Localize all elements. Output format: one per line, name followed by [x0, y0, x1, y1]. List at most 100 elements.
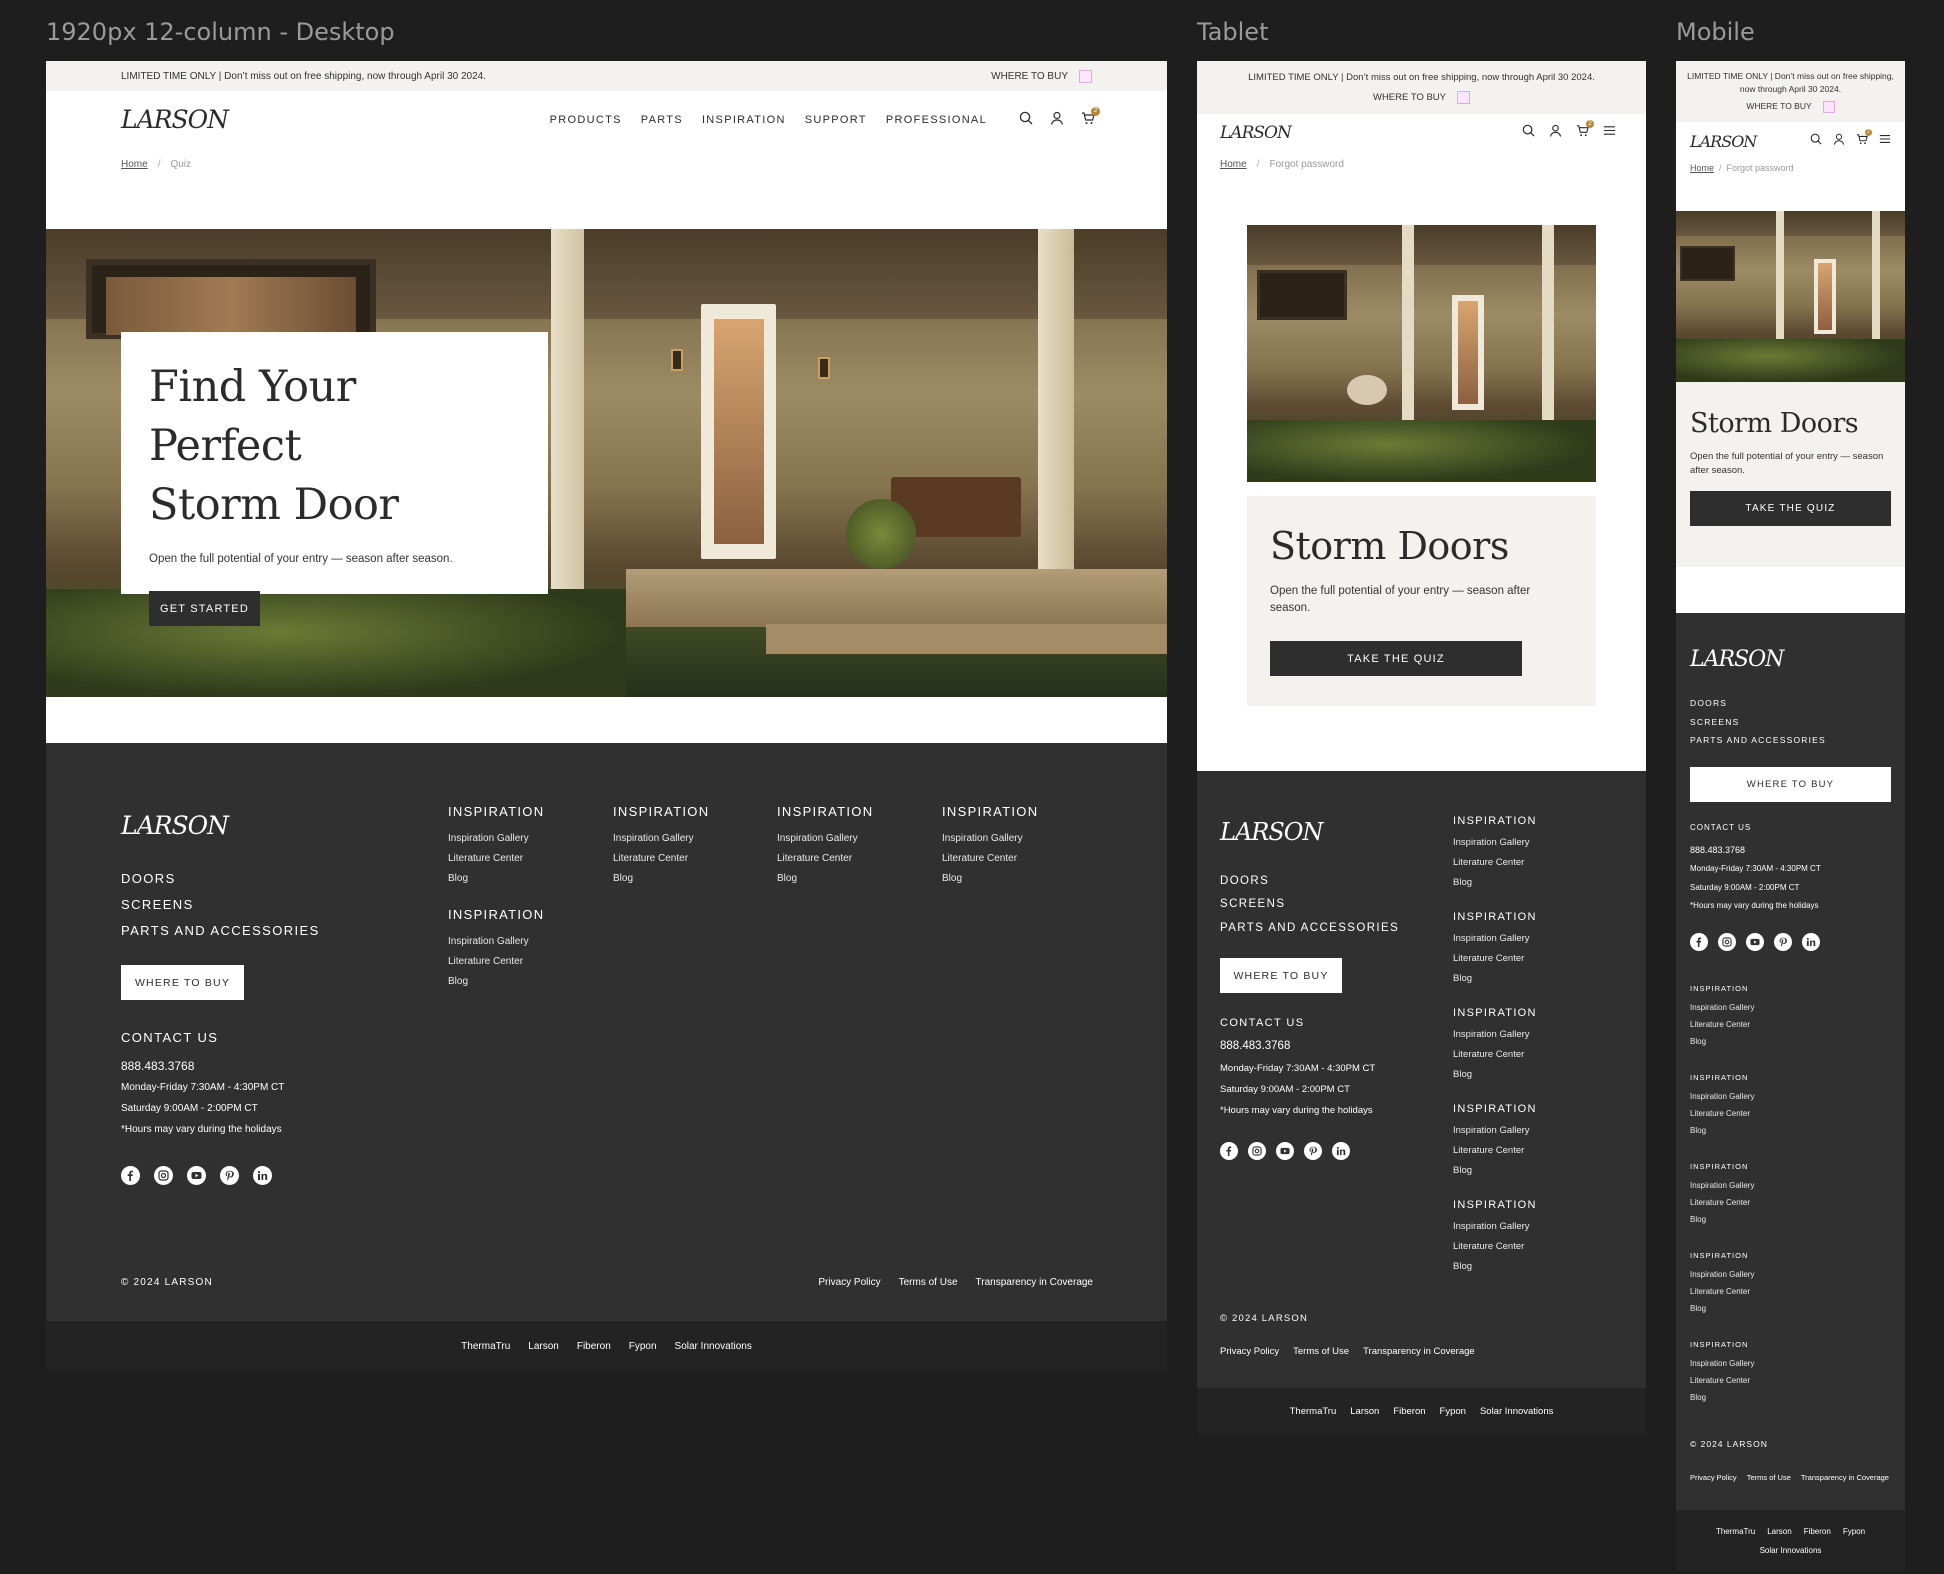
footer-link-inspiration-gallery[interactable]: Inspiration Gallery	[777, 833, 873, 844]
menu-icon[interactable]	[1879, 133, 1891, 145]
footer-where-to-buy-button[interactable]: WHERE TO BUY	[121, 965, 244, 1000]
breadcrumb-home[interactable]: Home	[121, 159, 148, 170]
footer-link-screens[interactable]: SCREENS	[1220, 898, 1285, 910]
youtube-icon[interactable]	[187, 1166, 206, 1185]
contact-phone[interactable]: 888.483.3768	[121, 1059, 194, 1073]
promo-where-to-buy[interactable]: WHERE TO BUY	[1373, 90, 1471, 104]
footer-link-parts[interactable]: PARTS AND ACCESSORIES	[1220, 922, 1399, 934]
footer-link-literature-center[interactable]: Literature Center	[1690, 1020, 1754, 1029]
instagram-icon[interactable]	[1718, 933, 1736, 951]
get-started-button[interactable]: GET STARTED	[149, 591, 260, 626]
logo[interactable]: LARSON	[1690, 132, 1757, 151]
facebook-icon[interactable]	[1690, 933, 1708, 951]
brand-link-fiberon[interactable]: Fiberon	[577, 1341, 611, 1352]
linkedin-icon[interactable]	[1332, 1142, 1350, 1160]
brand-link-solar-innovations[interactable]: Solar Innovations	[675, 1341, 752, 1352]
nav-professional[interactable]: PROFESSIONAL	[886, 114, 987, 126]
pinterest-icon[interactable]	[220, 1166, 239, 1185]
take-the-quiz-button[interactable]: TAKE THE QUIZ	[1690, 491, 1891, 526]
footer-link-literature-center[interactable]: Literature Center	[448, 956, 544, 967]
footer-link-blog[interactable]: Blog	[1453, 1165, 1537, 1176]
footer-link-literature-center[interactable]: Literature Center	[1453, 953, 1537, 964]
footer-link-inspiration-gallery[interactable]: Inspiration Gallery	[1690, 1359, 1754, 1368]
brand-link-fypon[interactable]: Fypon	[1440, 1406, 1466, 1417]
footer-link-inspiration-gallery[interactable]: Inspiration Gallery	[1690, 1092, 1754, 1101]
contact-phone[interactable]: 888.483.3768	[1220, 1040, 1290, 1052]
footer-link-inspiration-gallery[interactable]: Inspiration Gallery	[1453, 933, 1537, 944]
footer-link-literature-center[interactable]: Literature Center	[1453, 1049, 1537, 1060]
footer-where-to-buy-button[interactable]: WHERE TO BUY	[1220, 958, 1342, 993]
nav-inspiration[interactable]: INSPIRATION	[702, 114, 786, 126]
nav-support[interactable]: SUPPORT	[805, 114, 867, 126]
brand-link-thermatru[interactable]: ThermaTru	[1716, 1522, 1755, 1541]
brand-link-larson[interactable]: Larson	[1350, 1406, 1379, 1417]
where-to-buy-link[interactable]: WHERE TO BUY	[991, 71, 1068, 82]
brand-link-fiberon[interactable]: Fiberon	[1804, 1522, 1831, 1541]
brand-link-fypon[interactable]: Fypon	[629, 1341, 657, 1352]
footer-link-blog[interactable]: Blog	[1453, 1069, 1537, 1080]
breadcrumb-home[interactable]: Home	[1690, 163, 1714, 173]
footer-link-doors[interactable]: DOORS	[1220, 875, 1269, 887]
brand-link-thermatru[interactable]: ThermaTru	[1290, 1406, 1337, 1417]
instagram-icon[interactable]	[1248, 1142, 1266, 1160]
footer-link-blog[interactable]: Blog	[1690, 1126, 1754, 1135]
footer-link-literature-center[interactable]: Literature Center	[942, 853, 1038, 864]
youtube-icon[interactable]	[1746, 933, 1764, 951]
footer-link-doors[interactable]: DOORS	[121, 871, 176, 886]
footer-link-literature-center[interactable]: Literature Center	[1690, 1109, 1754, 1118]
contact-phone[interactable]: 888.483.3768	[1690, 845, 1745, 855]
cart-icon[interactable]: 2	[1856, 129, 1872, 145]
brand-link-larson[interactable]: Larson	[1767, 1522, 1791, 1541]
footer-link-doors[interactable]: DOORS	[1690, 698, 1727, 708]
footer-link-blog[interactable]: Blog	[1453, 1261, 1537, 1272]
footer-link-blog[interactable]: Blog	[1453, 877, 1537, 888]
facebook-icon[interactable]	[121, 1166, 140, 1185]
footer-link-blog[interactable]: Blog	[613, 873, 709, 884]
footer-link-inspiration-gallery[interactable]: Inspiration Gallery	[613, 833, 709, 844]
cart-icon[interactable]: 2	[1081, 107, 1100, 125]
search-icon[interactable]	[1019, 111, 1033, 125]
youtube-icon[interactable]	[1276, 1142, 1294, 1160]
footer-link-literature-center[interactable]: Literature Center	[1453, 1241, 1537, 1252]
account-icon[interactable]	[1050, 111, 1064, 125]
footer-logo[interactable]: LARSON	[121, 811, 229, 840]
promo-where-to-buy[interactable]: WHERE TO BUY	[991, 69, 1092, 83]
footer-link-inspiration-gallery[interactable]: Inspiration Gallery	[1453, 1221, 1537, 1232]
footer-link-inspiration-gallery[interactable]: Inspiration Gallery	[1453, 1125, 1537, 1136]
footer-link-literature-center[interactable]: Literature Center	[1690, 1376, 1754, 1385]
footer-link-blog[interactable]: Blog	[1453, 973, 1537, 984]
footer-link-inspiration-gallery[interactable]: Inspiration Gallery	[1690, 1003, 1754, 1012]
footer-link-blog[interactable]: Blog	[1690, 1037, 1754, 1046]
footer-link-parts[interactable]: PARTS AND ACCESSORIES	[121, 923, 320, 938]
privacy-policy-link[interactable]: Privacy Policy	[1690, 1473, 1737, 1482]
search-icon[interactable]	[1522, 124, 1535, 137]
footer-link-screens[interactable]: SCREENS	[121, 897, 194, 912]
menu-icon[interactable]	[1603, 124, 1616, 137]
privacy-policy-link[interactable]: Privacy Policy	[1220, 1346, 1279, 1357]
brand-link-larson[interactable]: Larson	[528, 1341, 559, 1352]
footer-link-blog[interactable]: Blog	[1690, 1304, 1754, 1313]
linkedin-icon[interactable]	[253, 1166, 272, 1185]
footer-link-literature-center[interactable]: Literature Center	[1453, 857, 1537, 868]
transparency-link[interactable]: Transparency in Coverage	[976, 1277, 1093, 1288]
logo[interactable]: LARSON	[1220, 123, 1292, 143]
footer-link-literature-center[interactable]: Literature Center	[448, 853, 544, 864]
brand-link-solar-innovations[interactable]: Solar Innovations	[1480, 1406, 1553, 1417]
footer-link-screens[interactable]: SCREENS	[1690, 717, 1740, 727]
footer-logo[interactable]: LARSON	[1220, 818, 1323, 846]
cart-icon[interactable]: 2	[1576, 120, 1594, 137]
footer-link-inspiration-gallery[interactable]: Inspiration Gallery	[1453, 837, 1537, 848]
nav-products[interactable]: PRODUCTS	[550, 114, 622, 126]
footer-link-parts[interactable]: PARTS AND ACCESSORIES	[1690, 735, 1826, 745]
transparency-link[interactable]: Transparency in Coverage	[1801, 1473, 1889, 1482]
privacy-policy-link[interactable]: Privacy Policy	[818, 1277, 880, 1288]
footer-link-blog[interactable]: Blog	[448, 873, 544, 884]
account-icon[interactable]	[1833, 133, 1845, 145]
brand-link-fiberon[interactable]: Fiberon	[1393, 1406, 1425, 1417]
terms-of-use-link[interactable]: Terms of Use	[1747, 1473, 1791, 1482]
account-icon[interactable]	[1549, 124, 1562, 137]
brand-link-fypon[interactable]: Fypon	[1843, 1522, 1865, 1541]
where-to-buy-link[interactable]: WHERE TO BUY	[1373, 92, 1446, 103]
footer-link-blog[interactable]: Blog	[1690, 1215, 1754, 1224]
pinterest-icon[interactable]	[1774, 933, 1792, 951]
